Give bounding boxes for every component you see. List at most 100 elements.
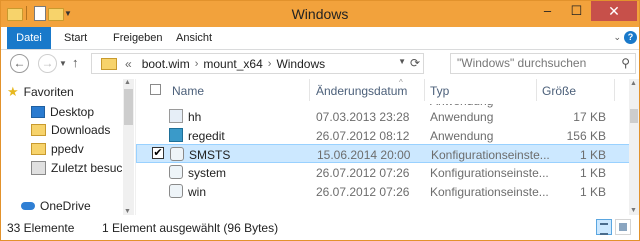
file-size: 17 KB xyxy=(573,110,606,124)
file-list-scrollbar[interactable]: ▲ ▼ xyxy=(629,79,639,215)
file-size: 1 KB xyxy=(579,166,606,180)
maximize-button[interactable]: ☐ xyxy=(562,1,591,21)
nav-item-label: OneDrive xyxy=(40,199,91,213)
onedrive-icon xyxy=(21,202,35,210)
breadcrumb-mount-x64[interactable]: mount_x64 xyxy=(203,57,262,71)
minimize-button[interactable]: – xyxy=(533,1,562,21)
item-count: 33 Elemente xyxy=(7,221,75,235)
column-header-name[interactable]: Name xyxy=(172,84,204,98)
file-name: regedit xyxy=(188,129,225,143)
details-view-button[interactable] xyxy=(596,219,612,235)
column-divider[interactable] xyxy=(424,79,425,101)
tab-file[interactable]: Datei xyxy=(7,27,51,49)
recent-places-icon xyxy=(31,161,46,175)
folder-icon xyxy=(101,57,117,70)
config-file-icon xyxy=(169,165,183,179)
scrollbar-thumb[interactable] xyxy=(630,109,638,123)
back-button[interactable]: ← xyxy=(10,54,29,73)
recent-locations-icon[interactable]: ▼ xyxy=(59,59,67,68)
help-button[interactable]: ? xyxy=(624,31,637,44)
column-headers: Name ^ Änderungsdatum Typ Größe xyxy=(136,78,630,101)
expand-ribbon-icon[interactable]: ⌄ xyxy=(613,32,621,43)
file-name: system xyxy=(188,166,227,180)
scrollbar-thumb[interactable] xyxy=(124,89,133,125)
column-divider[interactable] xyxy=(536,79,537,101)
table-row[interactable]: regedit 26.07.2012 08:12 Anwendung 156 K… xyxy=(136,126,630,145)
nav-item-label: Downloads xyxy=(51,123,111,137)
file-name: hh xyxy=(188,110,202,124)
file-size: 1 KB xyxy=(579,148,606,162)
breadcrumb-overflow[interactable]: « xyxy=(125,57,132,71)
tab-share[interactable]: Freigeben xyxy=(113,27,163,49)
file-type: Anwendung xyxy=(430,110,494,124)
nav-item-downloads[interactable]: Downloads xyxy=(31,121,110,139)
file-name: win xyxy=(188,185,207,199)
config-file-icon xyxy=(169,184,183,198)
column-header-date[interactable]: Änderungsdatum xyxy=(316,84,407,98)
table-row[interactable]: win 26.07.2012 07:26 Konfigurationseinst… xyxy=(136,182,630,201)
refresh-icon[interactable]: ⟳ xyxy=(410,56,420,70)
large-icons-view-button[interactable] xyxy=(615,219,631,235)
tab-start[interactable]: Start xyxy=(64,27,87,49)
table-row-selected[interactable]: ✔ SMSTS 15.06.2014 20:00 Konfigurationse… xyxy=(136,144,630,163)
scroll-up-icon[interactable]: ▲ xyxy=(124,79,131,86)
tab-view[interactable]: Ansicht xyxy=(176,27,212,49)
navigation-scrollbar[interactable]: ▲ ▼ xyxy=(123,79,134,215)
file-type: Konfigurationseinste... xyxy=(431,148,550,162)
nav-item-onedrive[interactable]: OneDrive xyxy=(21,197,91,215)
window-controls: – ☐ ✕ xyxy=(533,1,637,21)
nav-item-favorites[interactable]: ★ Favoriten xyxy=(7,83,74,101)
forward-button[interactable]: → xyxy=(38,54,57,73)
row-checkbox[interactable]: ✔ xyxy=(152,147,164,159)
file-size: 156 KB xyxy=(566,129,606,143)
file-date: 26.07.2012 07:26 xyxy=(316,185,410,199)
table-row[interactable]: hh 07.03.2013 23:28 Anwendung 17 KB xyxy=(136,107,630,126)
breadcrumb-boot-wim[interactable]: boot.wim xyxy=(142,57,190,71)
column-divider[interactable] xyxy=(614,79,615,101)
scroll-up-icon[interactable]: ▲ xyxy=(630,80,637,87)
status-bar: 33 Elemente 1 Element ausgewählt (96 Byt… xyxy=(1,216,639,240)
title-bar[interactable]: ▼ Windows – ☐ ✕ xyxy=(1,1,639,27)
folder-icon xyxy=(31,143,46,155)
select-all-checkbox[interactable] xyxy=(150,84,161,95)
file-type: Anwendung xyxy=(430,129,494,143)
address-history-icon[interactable]: ▼ xyxy=(398,57,406,66)
nav-item-recent[interactable]: Zuletzt besucht xyxy=(31,159,132,177)
desktop-icon xyxy=(31,106,45,118)
file-type: Konfigurationseinste... xyxy=(430,166,549,180)
config-file-icon xyxy=(170,147,184,161)
scroll-down-icon[interactable]: ▼ xyxy=(124,208,131,215)
breadcrumb-windows[interactable]: Windows xyxy=(276,57,325,71)
nav-item-label: ppedv xyxy=(51,142,84,156)
table-row[interactable]: system 26.07.2012 07:26 Konfigurationsei… xyxy=(136,163,630,182)
column-divider[interactable] xyxy=(309,79,310,101)
search-icon[interactable]: ⚲ xyxy=(621,56,630,70)
search-input[interactable]: "Windows" durchsuchen ⚲ xyxy=(450,53,636,74)
details-view-icon xyxy=(600,223,608,235)
address-row: ← → ▼ ↑ « boot.wim › mount_x64 › Windows… xyxy=(1,50,639,78)
file-date: 07.03.2013 23:28 xyxy=(316,110,410,124)
search-placeholder: "Windows" durchsuchen xyxy=(457,56,587,70)
close-button[interactable]: ✕ xyxy=(591,1,637,21)
column-header-size[interactable]: Größe xyxy=(542,84,576,98)
scroll-down-icon[interactable]: ▼ xyxy=(630,207,637,214)
nav-item-label: Desktop xyxy=(50,105,95,119)
column-header-type[interactable]: Typ xyxy=(430,84,449,98)
file-name: SMSTS xyxy=(189,148,231,162)
file-date: 26.07.2012 07:26 xyxy=(316,166,410,180)
nav-item-ppedv[interactable]: ppedv xyxy=(31,140,84,158)
nav-item-label: Zuletzt besucht xyxy=(51,161,133,175)
ribbon-tabs: Datei Start Freigeben Ansicht ⌄ ? xyxy=(1,27,639,50)
downloads-folder-icon xyxy=(31,124,46,136)
file-type: Konfigurationseinste... xyxy=(430,185,549,199)
application-icon xyxy=(169,109,183,123)
file-date: 15.06.2014 20:00 xyxy=(317,148,411,162)
nav-item-label: Favoriten xyxy=(23,85,74,99)
nav-item-desktop[interactable]: Desktop xyxy=(31,103,94,121)
up-button[interactable]: ↑ xyxy=(72,55,79,70)
address-bar[interactable]: « boot.wim › mount_x64 › Windows ▼ ⟳ xyxy=(91,53,424,74)
star-icon: ★ xyxy=(7,84,19,99)
chevron-right-icon[interactable]: › xyxy=(195,58,199,70)
selection-info: 1 Element ausgewählt (96 Bytes) xyxy=(102,221,279,235)
chevron-right-icon[interactable]: › xyxy=(268,58,272,70)
